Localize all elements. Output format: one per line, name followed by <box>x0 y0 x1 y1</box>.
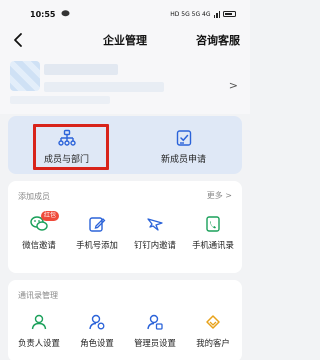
contacts-management-card: 通讯录管理 负责人设置 角色设置 管理员设置 我的客户 <box>8 280 242 360</box>
chevron-right-icon: > <box>228 79 238 92</box>
back-arrow-icon[interactable] <box>12 32 26 48</box>
more-link[interactable]: 更多 > <box>207 190 232 201</box>
nav-bar: 企业管理 咨询客服 <box>0 28 250 52</box>
phone-contacts-label: 手机通讯录 <box>192 240 234 250</box>
my-customers-label: 我的客户 <box>196 338 230 348</box>
role-settings-label: 角色设置 <box>80 338 114 348</box>
dingtalk-invite-button[interactable]: 钉钉内邀请 <box>126 215 184 251</box>
add-members-title: 添加成员 <box>18 192 50 201</box>
leader-settings-label: 负责人设置 <box>18 338 60 348</box>
battery-icon <box>223 11 236 17</box>
customer-icon <box>206 315 220 329</box>
status-time: 10:55 <box>30 9 56 19</box>
contacts-management-title: 通讯录管理 <box>18 291 58 300</box>
company-avatar <box>10 61 40 91</box>
wechat-invite-label: 微信邀请 <box>22 240 56 250</box>
new-member-apply-label: 新成员申请 <box>160 155 206 165</box>
wechat-invite-button[interactable]: 红包 微信邀请 <box>10 211 68 251</box>
new-member-apply-button[interactable]: 新成员申请 <box>125 116 242 174</box>
leader-settings-button[interactable]: 负责人设置 <box>10 313 68 349</box>
user-apply-icon <box>176 130 191 146</box>
status-indicators-text: HD 5G 5G 4G <box>170 10 211 18</box>
dingtalk-invite-label: 钉钉内邀请 <box>134 240 176 250</box>
company-name-blurred <box>44 64 118 75</box>
highlight-box <box>33 124 109 170</box>
company-profile[interactable]: > <box>0 52 250 114</box>
admin-settings-button[interactable]: 管理员设置 <box>126 313 184 349</box>
admin-settings-label: 管理员设置 <box>134 338 176 348</box>
phone-contacts-button[interactable]: 手机通讯录 <box>184 215 242 251</box>
signal-icon <box>213 10 220 18</box>
phone-add-button[interactable]: 手机号添加 <box>68 215 126 251</box>
dingtalk-icon <box>147 218 163 231</box>
page-title: 企业管理 <box>103 34 147 47</box>
my-customers-button[interactable]: 我的客户 <box>184 313 242 349</box>
status-indicators: HD 5G 5G 4G <box>170 10 236 18</box>
add-members-card: 添加成员 更多 > 红包 微信邀请 手机号添加 钉钉内邀请 手机通讯录 <box>8 181 242 273</box>
company-sub-blurred <box>10 96 110 104</box>
red-packet-badge: 红包 <box>41 211 60 221</box>
company-info-blurred <box>44 82 164 92</box>
role-icon <box>89 314 105 330</box>
status-bar: 10:55 HD 5G 5G 4G <box>0 0 250 28</box>
phone-book-icon <box>206 216 220 232</box>
admin-icon <box>147 314 163 330</box>
edit-icon <box>89 217 106 232</box>
role-settings-button[interactable]: 角色设置 <box>68 313 126 349</box>
person-star-icon <box>31 314 47 330</box>
message-notification-icon <box>61 9 70 19</box>
phone-add-label: 手机号添加 <box>76 240 118 250</box>
consult-service-button[interactable]: 咨询客服 <box>196 32 240 48</box>
